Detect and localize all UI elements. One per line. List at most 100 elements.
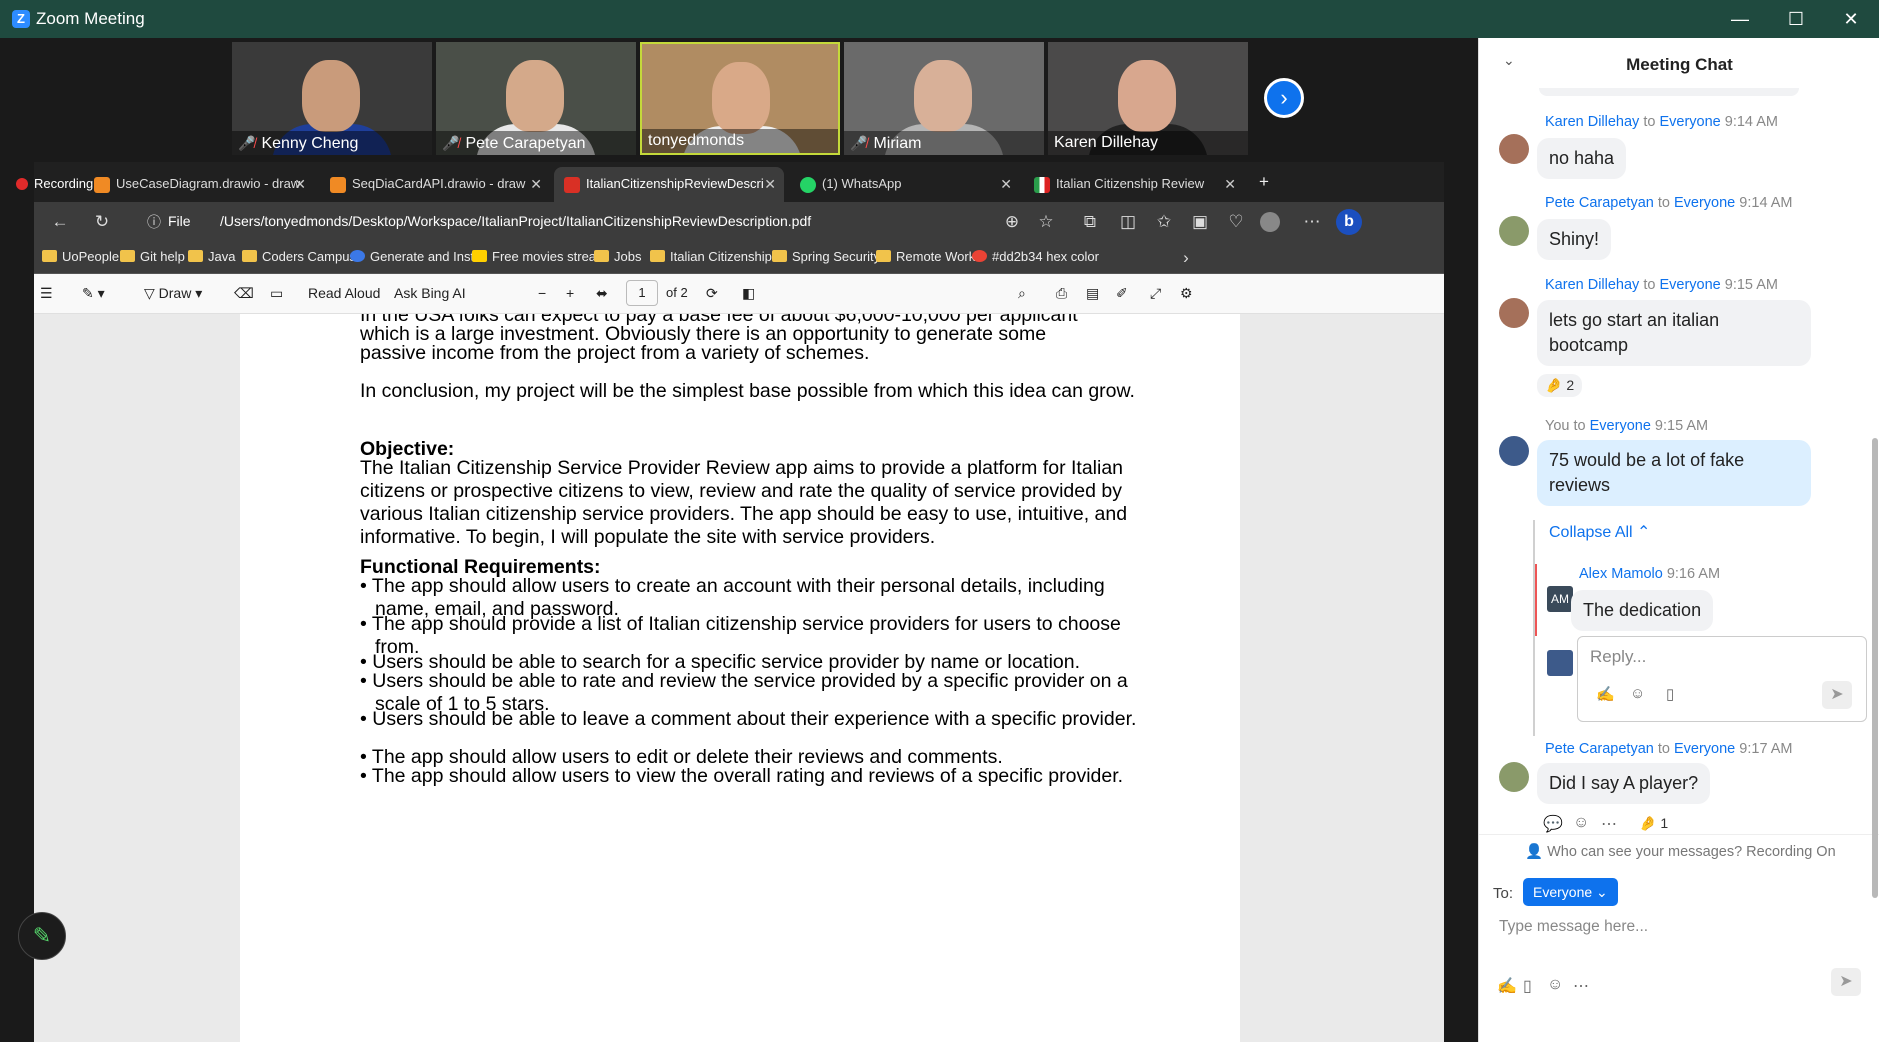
emoji-icon[interactable]: ☺ [1630,685,1645,702]
highlight-icon[interactable]: ✎ ▾ [82,285,105,302]
tab-italian-citizenship-review[interactable]: Italian Citizenship Review ✕ [1024,167,1244,202]
emoji-icon[interactable]: ☺ [1547,976,1563,994]
close-tab-icon[interactable]: ✕ [764,167,776,201]
ask-bing-ai-button[interactable]: Ask Bing AI [394,285,466,301]
zoom-in-button[interactable]: + [566,285,574,301]
privacy-note[interactable]: 👤 Who can see your messages? Recording O… [1525,843,1836,860]
more-options-icon[interactable]: ⋯ [1601,814,1617,834]
format-icon[interactable]: ✍ [1497,976,1517,996]
message-bubble[interactable]: lets go start an italian bootcamp [1537,300,1811,366]
message-input[interactable]: Type message here... [1499,918,1648,936]
favorites-icon[interactable]: ✩ [1152,210,1176,234]
avatar[interactable] [1499,762,1529,792]
format-icon[interactable]: ✍ [1596,685,1615,703]
reaction-badge[interactable]: 🤌 2 [1537,374,1583,397]
message-bubble[interactable]: no haha [1537,138,1627,179]
minimize-button[interactable]: — [1712,0,1768,38]
next-participants-button[interactable]: › [1264,78,1304,118]
bookmark-free-movies[interactable]: Free movies strea... [472,249,607,264]
extensions-icon[interactable]: ⧉ [1078,210,1102,234]
bookmark-hex-color[interactable]: #dd2b34 hex color [972,249,1099,264]
more-menu-icon[interactable]: ⋯ [1300,210,1324,234]
bookmark-coders-campus[interactable]: Coders Campus [242,249,356,264]
avatar[interactable] [1499,436,1529,466]
close-tab-icon[interactable]: ✕ [294,167,306,201]
bookmark-spring-security[interactable]: Spring Security [772,249,880,264]
tab-seqdiacardapi[interactable]: SeqDiaCardAPI.drawio - draw ✕ [320,167,550,202]
fullscreen-icon[interactable]: ⤢ [1150,285,1161,302]
browser-essentials-icon[interactable]: ♡ [1224,210,1248,234]
video-tile[interactable]: 🎤̸ Kenny Cheng [232,42,432,155]
rotate-icon[interactable]: ⟳ [706,285,718,302]
reply-input[interactable]: Reply... [1590,647,1646,667]
page-number-input[interactable]: 1 [626,280,658,306]
read-aloud-button[interactable]: Read Aloud [308,285,380,301]
settings-gear-icon[interactable]: ⚙ [1180,285,1193,302]
message-bubble[interactable]: The dedication [1571,590,1714,631]
split-screen-icon[interactable]: ◫ [1116,210,1140,234]
add-reaction-icon[interactable]: ☺ [1573,814,1589,832]
annotate-pencil-icon[interactable]: ✎ [18,912,66,960]
tab-whatsapp[interactable]: (1) WhatsApp ✕ [790,167,1020,202]
message-bubble[interactable]: 75 would be a lot of fake reviews [1537,440,1811,506]
chat-scrollbar[interactable] [1872,438,1878,898]
tab-usecasediagram[interactable]: UseCaseDiagram.drawio - draw ✕ [84,167,314,202]
close-tab-icon[interactable]: ✕ [530,167,542,201]
bing-copilot-icon[interactable]: b [1336,209,1362,235]
save-as-icon[interactable]: ✐ [1116,285,1128,302]
close-tab-icon[interactable]: ✕ [1000,167,1012,201]
text-icon[interactable]: ▭ [270,285,283,302]
video-tile[interactable]: 🎤̸ Miriam [844,42,1044,155]
back-icon[interactable]: ← [48,210,72,234]
save-icon[interactable]: ▤ [1086,285,1099,302]
collapse-all-link[interactable]: Collapse All ⌃ [1549,522,1650,542]
video-tile-active-speaker[interactable]: tonyedmonds [640,42,840,155]
bookmark-generate-and-inst[interactable]: Generate and Inst... [350,249,485,264]
print-icon[interactable]: ⎙ [1056,285,1067,302]
new-tab-button[interactable]: + [1252,170,1276,194]
avatar[interactable] [1499,298,1529,328]
send-icon[interactable]: ➤ [1831,968,1861,996]
reply-thread-icon[interactable]: 💬 [1543,814,1563,834]
message-bubble[interactable]: Shiny! [1537,219,1612,260]
bookmark-italian-citizenship[interactable]: Italian Citizenship... [650,249,783,264]
bookmark-remote-work[interactable]: Remote Work [876,249,975,264]
info-icon[interactable]: ⓘ [142,210,166,234]
reaction-badge[interactable]: 🤌 1 [1639,815,1668,832]
bookmark-jobs[interactable]: Jobs [594,249,641,264]
file-icon[interactable]: ▯ [1666,685,1674,703]
draw-button[interactable]: ▽ Draw ▾ [144,285,202,302]
video-tile[interactable]: Karen Dillehay [1048,42,1248,155]
profile-icon[interactable] [1260,212,1280,232]
more-bookmarks-icon[interactable]: › [1174,246,1198,270]
zoom-out-button[interactable]: − [538,285,546,301]
fit-page-icon[interactable]: ⬌ [596,285,608,302]
contents-icon[interactable]: ☰ [40,285,53,302]
zoom-icon[interactable]: ⊕ [1000,210,1024,234]
page-view-icon[interactable]: ◧ [742,285,755,302]
send-icon[interactable]: ➤ [1822,681,1852,709]
collections-icon[interactable]: ▣ [1188,210,1212,234]
bookmark-java[interactable]: Java [188,249,235,264]
avatar[interactable]: AM [1547,586,1573,612]
close-window-button[interactable]: ✕ [1823,0,1879,38]
bookmark-uopeople[interactable]: UoPeople [42,249,119,264]
more-options-icon[interactable]: ⋯ [1573,976,1589,996]
favorite-star-icon[interactable]: ☆ [1034,210,1058,234]
recording-indicator[interactable]: Recording [16,176,93,191]
refresh-icon[interactable]: ↻ [90,210,114,234]
recipient-dropdown[interactable]: Everyone ⌄ [1523,878,1618,906]
file-icon[interactable]: ▯ [1523,976,1532,996]
video-tile[interactable]: 🎤̸ Pete Carapetyan [436,42,636,155]
maximize-button[interactable]: ☐ [1768,0,1824,38]
tab-italiancitizenshipreview-pdf[interactable]: ItalianCitizenshipReviewDescri ✕ [554,167,784,202]
close-tab-icon[interactable]: ✕ [1224,167,1236,201]
erase-icon[interactable]: ⌫ [234,285,254,302]
reply-box[interactable]: Reply... ✍ ☺ ▯ ➤ [1577,636,1867,722]
url-field[interactable]: /Users/tonyedmonds/Desktop/Workspace/Ita… [220,213,811,229]
message-bubble[interactable]: Did I say A player? [1537,763,1711,804]
bookmark-git-help[interactable]: Git help [120,249,185,264]
avatar[interactable] [1499,134,1529,164]
avatar[interactable] [1499,216,1529,246]
search-icon[interactable]: ⌕ [1018,285,1026,302]
